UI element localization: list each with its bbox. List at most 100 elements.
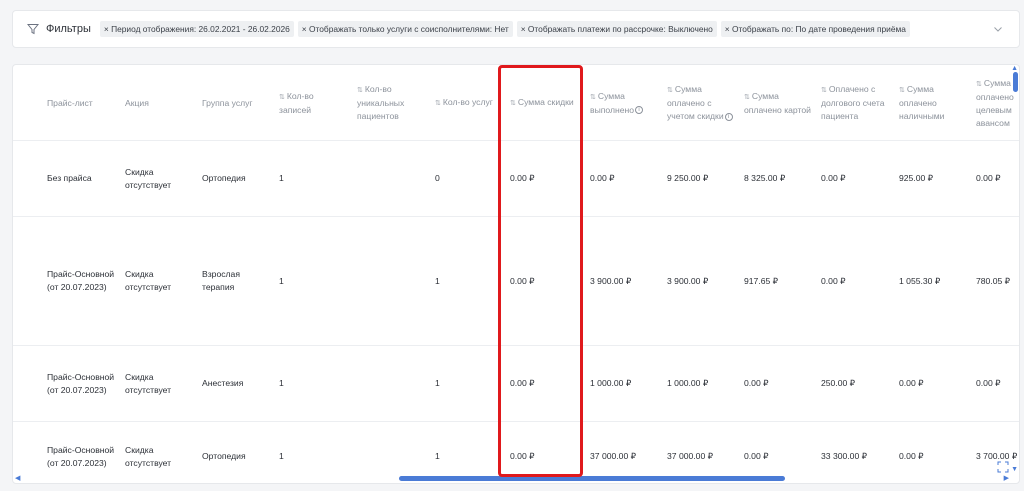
header-line: оплачено картой: [744, 104, 811, 117]
filter-chip-display-by[interactable]: × Отображать по: По дате проведения приё…: [720, 21, 910, 37]
sort-icon[interactable]: ⇅: [667, 87, 673, 94]
cell-content: Прайс-Основной (от 20.07.2023): [47, 444, 114, 470]
cell-records-count: 1: [279, 217, 355, 345]
cell-promotion: Скидка отсутствует: [125, 141, 201, 216]
header-text: оплачено: [976, 91, 1014, 102]
header-line: ⇅ Сумма: [976, 77, 1014, 91]
header-unique-patients[interactable]: ⇅ Кол-во уникальных пациентов: [357, 65, 433, 141]
header-paid-from-debt[interactable]: ⇅ Оплачено с долгового счета пациента: [821, 65, 897, 141]
cell-line: 1 055.30 ₽: [899, 275, 941, 286]
header-line: ⇅ Сумма: [899, 83, 944, 97]
header-paid-with-discount[interactable]: ⇅ Сумма оплачено с учетом скидки i: [667, 65, 743, 141]
chevron-down-icon[interactable]: [992, 23, 1004, 35]
cell-line: 250.00 ₽: [821, 378, 856, 388]
vertical-scroll-thumb[interactable]: [1013, 72, 1018, 92]
cell-content: 0.00 ₽: [899, 450, 924, 463]
sort-icon[interactable]: ⇅: [976, 81, 982, 88]
cell-content: 0.00 ₽: [590, 172, 615, 185]
cell-content: Прайс-Основной (от 20.07.2023): [47, 268, 114, 294]
info-icon[interactable]: i: [724, 112, 733, 121]
cell-content: Ортопедия: [202, 450, 246, 463]
header-text: Оплачено с: [828, 84, 876, 94]
horizontal-scrollbar[interactable]: ◀ ▶: [13, 474, 1019, 483]
cell-line: 0.00 ₽: [976, 378, 1001, 388]
cell-content: 1 000.00 ₽: [590, 377, 631, 390]
cell-line: 3 900.00 ₽: [667, 275, 709, 286]
header-completed-sum[interactable]: ⇅ Сумма выполнено i: [590, 65, 666, 141]
horizontal-scroll-thumb[interactable]: [399, 476, 785, 481]
cell-records-count: 1: [279, 141, 355, 216]
header-label: ⇅ Кол-во уникальных пациентов: [357, 83, 404, 123]
cell-line: 1: [435, 275, 440, 286]
sort-icon[interactable]: ⇅: [744, 94, 750, 101]
header-label: ⇅ Сумма оплачено картой: [744, 90, 811, 117]
header-line: ⇅ Кол-во: [279, 90, 314, 104]
cell-content: 0.00 ₽: [510, 450, 535, 463]
header-label: Акция: [125, 97, 149, 110]
sort-icon[interactable]: ⇅: [279, 94, 285, 101]
cell-content: 1 000.00 ₽: [667, 377, 708, 390]
filter-chip-installments[interactable]: × Отображать платежи по рассрочке: Выклю…: [516, 21, 717, 37]
cell-line: 1: [435, 378, 440, 388]
fullscreen-icon[interactable]: [997, 460, 1009, 473]
cell-paid-from-debt: 250.00 ₽: [821, 346, 897, 421]
vertical-scrollbar[interactable]: ▲ ▼: [1011, 65, 1019, 483]
cell-line: 0.00 ₽: [510, 451, 535, 461]
filter-chip-coexecutors[interactable]: × Отображать только услуги с соисполните…: [297, 21, 513, 37]
filter-chip-period[interactable]: × Период отображения: 26.02.2021 - 26.02…: [99, 21, 294, 37]
cell-line: 925.00 ₽: [899, 173, 934, 183]
cell-completed-sum: 0.00 ₽: [590, 141, 666, 216]
cell-line: 0.00 ₽: [899, 378, 924, 388]
cell-line: 1: [279, 275, 284, 286]
filters-bar[interactable]: Фильтры × Период отображения: 26.02.2021…: [12, 10, 1020, 48]
cell-promotion: Скидка отсутствует: [125, 217, 201, 345]
cell-content: 0.00 ₽: [510, 377, 535, 390]
cell-line: 0.00 ₽: [821, 173, 846, 183]
cell-line: 1: [435, 451, 440, 461]
header-line: пациента: [821, 110, 885, 123]
header-text: пациента: [821, 111, 859, 121]
header-label: ⇅ Кол-во услуг: [435, 96, 493, 110]
sort-icon[interactable]: ⇅: [821, 87, 827, 94]
filter-icon: [26, 22, 40, 36]
sort-icon[interactable]: ⇅: [899, 87, 905, 94]
cell-line: 0.00 ₽: [899, 451, 924, 461]
header-label: ⇅ Сумма оплачено с учетом скидки i: [667, 83, 733, 123]
header-services-count[interactable]: ⇅ Кол-во услуг: [435, 65, 509, 141]
sort-icon[interactable]: ⇅: [357, 87, 363, 94]
cell-line: 33 300.00 ₽: [821, 451, 868, 461]
cell-completed-sum: 3 900.00 ₽: [590, 217, 666, 345]
header-text: Сумма: [983, 77, 1011, 88]
header-text: выполнено: [590, 104, 635, 115]
scroll-up-icon[interactable]: ▲: [1011, 65, 1018, 72]
header-paid-cash[interactable]: ⇅ Сумма оплачено наличными: [899, 65, 975, 141]
scroll-down-icon[interactable]: ▼: [1011, 466, 1018, 473]
cell-paid-by-card: 8 325.00 ₽: [744, 141, 820, 216]
scroll-right-icon[interactable]: ▶: [1004, 475, 1009, 482]
header-line: ⇅ Сумма: [667, 83, 733, 97]
header-paid-by-card[interactable]: ⇅ Сумма оплачено картой: [744, 65, 820, 141]
table-header: Прайс-лист Акция Группа услуг ⇅ Кол-во записе…: [13, 65, 1019, 141]
info-icon[interactable]: i: [635, 106, 644, 115]
scroll-left-icon[interactable]: ◀: [15, 475, 20, 482]
header-text: оплачено картой: [744, 104, 811, 115]
cell-line: Прайс-Основной: [47, 371, 115, 382]
header-line: целевым: [976, 104, 1014, 117]
header-text: оплачено: [899, 98, 937, 108]
cell-content: Взрослая терапия: [202, 268, 240, 294]
cell-line: (от 20.07.2023): [47, 282, 107, 292]
sort-icon[interactable]: ⇅: [510, 100, 516, 107]
header-discount-sum[interactable]: ⇅ Сумма скидки: [510, 65, 588, 141]
header-records-count[interactable]: ⇅ Кол-во записей: [279, 65, 355, 141]
cell-content: 37 000.00 ₽: [667, 450, 713, 463]
header-line: ⇅ Сумма: [590, 90, 643, 104]
cell-content: 925.00 ₽: [899, 172, 933, 185]
sort-icon[interactable]: ⇅: [435, 100, 441, 107]
cell-line: Ортопедия: [202, 173, 246, 183]
header-line: Группа услуг: [202, 97, 253, 110]
sort-icon[interactable]: ⇅: [590, 94, 596, 101]
cell-content: 9 250.00 ₽: [667, 172, 708, 185]
header-line: ⇅ Оплачено с: [821, 83, 885, 97]
header-text: авансом: [976, 117, 1010, 128]
cell-content: 1: [279, 377, 284, 390]
